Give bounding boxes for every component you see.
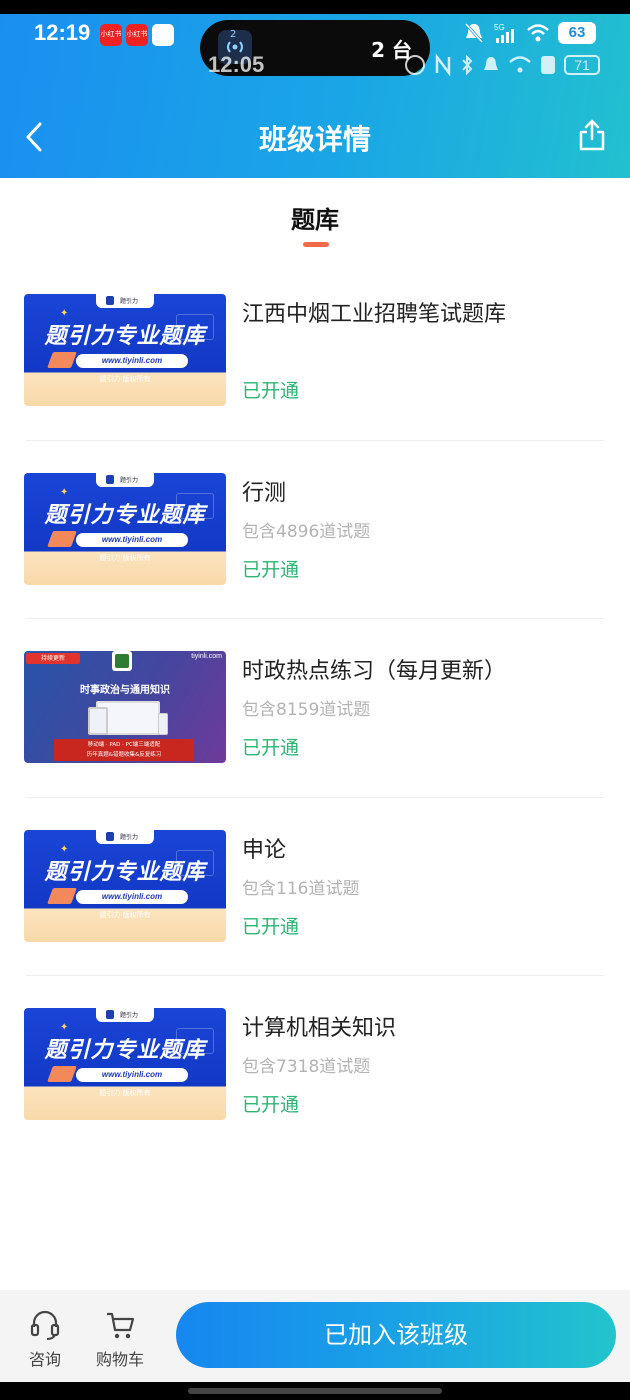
consult-button[interactable]: 咨询 (20, 1310, 70, 1370)
book-icon (47, 887, 77, 904)
brand-logo-icon (106, 474, 114, 484)
list-item[interactable]: 题引力 ✦ 题引力专业题库 www.tiyinli.com 题引力 版权所有 江… (24, 262, 604, 441)
battery-icon: 63 (558, 22, 596, 44)
top-bezel (0, 0, 630, 14)
shopping-cart-icon (107, 1312, 135, 1339)
course-thumbnail: 持续更新 tiyinli.com 时事政治与通用知识 移动端 · PAD · P… (24, 651, 226, 763)
status-badge: 已开通 (242, 737, 300, 759)
thumbnail-url: www.tiyinli.com (76, 532, 188, 547)
news-banner: 移动端 · PAD · PC端三端适配 历年真题&错题收集&反复练习 (54, 739, 194, 761)
question-count: 包含116道试题 (242, 878, 360, 899)
course-thumbnail: 题引力 ✦ 题引力专业题库 www.tiyinli.com 题引力 版权所有 (24, 472, 226, 585)
ghost-status-bar: 12:05 71 (0, 52, 630, 82)
thumbnail-copyright: 题引力 版权所有 (99, 1089, 151, 1097)
question-count: 包含4896道试题 (242, 521, 371, 542)
app-badge-icon: 小红书 (126, 24, 148, 46)
alert-icon (541, 56, 555, 74)
phone-icon (158, 713, 168, 735)
cart-button[interactable]: 购物车 (92, 1310, 148, 1370)
signal-5g-icon: 5G (494, 23, 514, 43)
course-thumbnail: 题引力 ✦ 题引力专业题库 www.tiyinli.com 题引力 版权所有 (24, 1008, 226, 1120)
tab-label: 题库 (291, 206, 339, 234)
list-item[interactable]: 题引力 ✦ 题引力专业题库 www.tiyinli.com 题引力 版权所有 行… (24, 441, 604, 619)
home-indicator[interactable] (188, 1388, 442, 1394)
status-icons: 5G 63 (464, 22, 596, 44)
tab-question-bank[interactable]: 题库 (0, 200, 630, 247)
notification-app-icons: 小红书 小红书 (100, 24, 174, 46)
thumbnail-title: 题引力专业题库 (44, 324, 206, 349)
book-icon (47, 530, 77, 547)
list-item[interactable]: 题引力 ✦ 题引力专业题库 www.tiyinli.com 题引力 版权所有 申… (24, 798, 604, 976)
question-count: 包含8159道试题 (242, 700, 371, 720)
ghost-status-icons: 71 (404, 54, 600, 76)
status-time: 12:19 (34, 20, 91, 45)
course-title: 行测 (242, 480, 287, 506)
header: 12:19 小红书 小红书 2 2 台 5G 63 12:05 71 班级详情 (0, 0, 630, 178)
mute-bell-icon (484, 57, 498, 70)
status-badge: 已开通 (242, 915, 300, 938)
thumbnail-title: 题引力专业题库 (44, 859, 206, 885)
share-icon (579, 119, 605, 151)
tab-active-indicator (303, 242, 329, 247)
news-site: tiyinli.com (191, 653, 222, 660)
bluetooth-icon (462, 54, 473, 76)
brand-logo-icon (106, 296, 114, 305)
book-icon (47, 352, 77, 368)
thumbnail-url: www.tiyinli.com (76, 889, 188, 904)
course-list: 题引力 ✦ 题引力专业题库 www.tiyinli.com 题引力 版权所有 江… (0, 262, 630, 1155)
thumbnail-copyright: 题引力 版权所有 (99, 553, 151, 562)
consult-label: 咨询 (28, 1350, 61, 1369)
share-button[interactable] (578, 118, 608, 154)
status-badge: 已开通 (242, 380, 300, 402)
mute-bell-icon (464, 23, 484, 43)
status-badge: 已开通 (242, 1094, 300, 1116)
thumbnail-title: 题引力专业题库 (44, 502, 206, 528)
wifi-icon (509, 56, 531, 73)
course-thumbnail: 题引力 ✦ 题引力专业题库 www.tiyinli.com 题引力 版权所有 (24, 829, 226, 942)
bottom-action-bar: 咨询 购物车 已加入该班级 (0, 1290, 630, 1382)
brand-logo-icon (112, 651, 132, 671)
news-badge: 持续更新 (26, 653, 80, 664)
svg-text:5G: 5G (494, 23, 505, 32)
status-badge: 已开通 (242, 558, 300, 581)
ghost-status-time: 12:05 (208, 52, 265, 77)
news-heading: 时事政治与通用知识 (80, 685, 170, 696)
thumbnail-title: 题引力专业题库 (44, 1038, 206, 1063)
home-bar (0, 1382, 630, 1400)
joined-class-button[interactable]: 已加入该班级 (176, 1302, 616, 1368)
course-title: 江西中烟工业招聘笔试题库 (242, 302, 507, 327)
course-title: 申论 (242, 837, 287, 863)
page-title: 班级详情 (258, 123, 371, 156)
course-title: 计算机相关知识 (242, 1016, 397, 1041)
headset-icon (30, 1310, 60, 1340)
thumbnail-url: www.tiyinli.com (76, 354, 188, 368)
app-grid-icon (152, 24, 174, 46)
brand-logo-icon (106, 831, 114, 841)
book-icon (47, 1066, 77, 1082)
course-title: 时政热点练习（每月更新） (242, 659, 507, 684)
question-count: 包含7318道试题 (242, 1057, 371, 1077)
thumbnail-url: www.tiyinli.com (76, 1068, 188, 1082)
thumbnail-copyright: 题引力 版权所有 (99, 375, 151, 383)
n-mark-icon (435, 54, 451, 76)
course-thumbnail: 题引力 ✦ 题引力专业题库 www.tiyinli.com 题引力 版权所有 (24, 294, 226, 406)
app-badge-icon: 小红书 (100, 24, 122, 46)
nfc-icon (405, 55, 425, 75)
list-item[interactable]: 题引力 ✦ 题引力专业题库 www.tiyinli.com 题引力 版权所有 计… (24, 976, 604, 1155)
list-item[interactable]: 持续更新 tiyinli.com 时事政治与通用知识 移动端 · PAD · P… (24, 619, 604, 798)
tablet-icon (88, 707, 108, 735)
ghost-battery-icon: 71 (564, 55, 600, 75)
wifi-icon (527, 24, 549, 42)
cart-label: 购物车 (95, 1350, 144, 1369)
brand-logo-icon (106, 1010, 114, 1019)
thumbnail-copyright: 题引力 版权所有 (99, 910, 151, 919)
